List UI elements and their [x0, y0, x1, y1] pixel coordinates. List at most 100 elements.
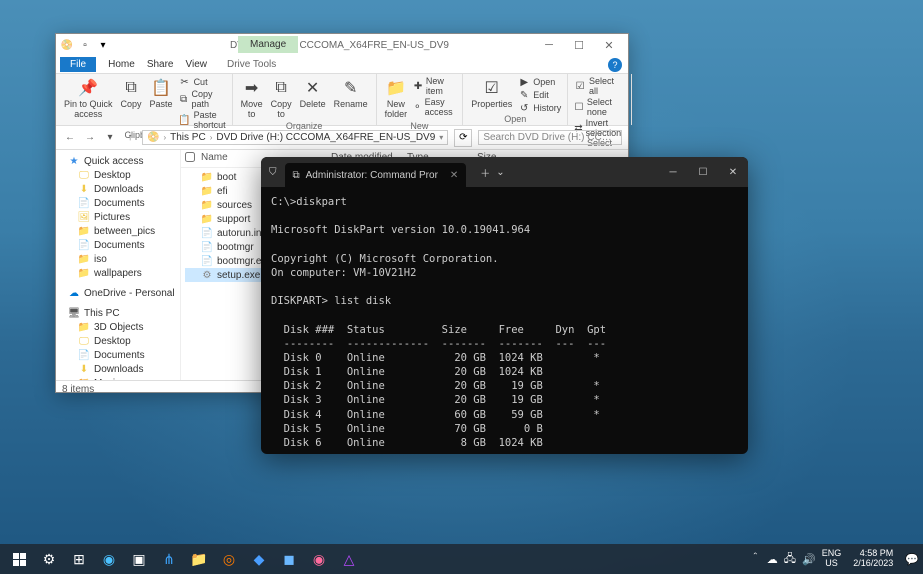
breadcrumb[interactable]: 📀 › This PC › DVD Drive (H:) CCCOMA_X64F… [142, 130, 448, 145]
copy-path-button[interactable]: ⧉Copy path [179, 89, 226, 109]
delete-button[interactable]: ✕Delete [298, 76, 328, 111]
open-button[interactable]: ▶Open [518, 76, 561, 88]
back-button[interactable]: ← [62, 130, 78, 146]
nav-item-pictures[interactable]: 🖼Pictures [56, 210, 180, 224]
select-all-button[interactable]: ☑Select all [574, 76, 625, 96]
nav-item-desktop[interactable]: 🖵Desktop [56, 168, 180, 182]
select-none-icon: ☐ [574, 101, 584, 113]
nav-item-music[interactable]: 📁Music [56, 376, 180, 380]
app-button-1[interactable]: ◆ [244, 545, 274, 573]
tab-file[interactable]: File [60, 57, 96, 72]
tab-view[interactable]: View [186, 59, 208, 70]
manage-contextual-tab[interactable]: Manage [238, 36, 298, 53]
select-all-checkbox[interactable] [185, 152, 195, 162]
breadcrumb-this-pc[interactable]: This PC [170, 132, 206, 143]
onedrive-tray-icon[interactable]: ☁ [767, 553, 778, 566]
pin-to-quick-access-button[interactable]: 📌Pin to Quick access [62, 76, 115, 121]
terminal-output[interactable]: C:\>diskpart Microsoft DiskPart version … [261, 187, 748, 454]
recent-dropdown[interactable]: ▾ [102, 130, 118, 146]
file-icon: 📄 [201, 255, 213, 267]
app-button-3[interactable]: ◉ [304, 545, 334, 573]
folder-icon: 📁 [78, 253, 90, 265]
settings-button[interactable]: ⚙ [34, 545, 64, 573]
paste-button[interactable]: 📋Paste [148, 76, 175, 111]
nav-item-desktop[interactable]: 🖵Desktop [56, 334, 180, 348]
edit-button[interactable]: ✎Edit [518, 89, 561, 101]
search-input[interactable]: Search DVD Drive (H:) CCCOMA_X64FRE_EN-U… [478, 130, 622, 145]
nav-item-wallpapers[interactable]: 📁wallpapers [56, 266, 180, 280]
tab-dropdown-button[interactable]: ⌄ [496, 167, 504, 178]
nav-item-documents[interactable]: 📄Documents [56, 238, 180, 252]
terminal-close-button[interactable]: ✕ [718, 158, 748, 186]
new-folder-button[interactable]: 📁New folder [383, 76, 410, 121]
select-none-button[interactable]: ☐Select none [574, 97, 625, 117]
cut-icon: ✂ [179, 76, 191, 88]
titlebar[interactable]: 📀 ▫ ▾ Manage DVD Drive (H:) CCCOMA_X64FR… [56, 34, 628, 56]
refresh-button[interactable]: ⟳ [454, 129, 472, 147]
nav-item-documents[interactable]: 📄Documents [56, 348, 180, 362]
edge-button[interactable]: ◉ [94, 545, 124, 573]
start-button[interactable] [4, 545, 34, 573]
copy-to-button[interactable]: ⧉Copy to [269, 76, 294, 121]
move-to-button[interactable]: ➡Move to [239, 76, 265, 121]
maximize-button[interactable]: ☐ [564, 35, 594, 55]
nav-this-pc[interactable]: 🖥This PC [56, 306, 180, 320]
minimize-button[interactable]: ─ [534, 35, 564, 55]
rename-button[interactable]: ✎Rename [332, 76, 370, 111]
qat-dropdown-icon[interactable]: ▾ [96, 38, 110, 52]
nav-item-downloads[interactable]: ⬇Downloads [56, 362, 180, 376]
new-item-button[interactable]: ✚New item [413, 76, 456, 96]
language-indicator[interactable]: ENGUS [822, 549, 842, 569]
nav-item-3d-objects[interactable]: 📁3D Objects [56, 320, 180, 334]
app-button-4[interactable]: △ [334, 545, 364, 573]
vscode-button[interactable]: ⋔ [154, 545, 184, 573]
copy-button[interactable]: ⧉Copy [119, 76, 144, 111]
taskbar[interactable]: ⚙ ⊞ ◉ ▣ ⋔ 📁 ◎ ◆ ◼ ◉ △ ＾ ☁ 🖧 🔊 ENGUS 4:58… [0, 544, 923, 574]
new-item-icon: ✚ [413, 80, 423, 92]
help-button[interactable]: ? [608, 58, 622, 72]
terminal-taskbar-button[interactable]: ▣ [124, 545, 154, 573]
new-tab-button[interactable]: ＋ [474, 165, 496, 180]
close-button[interactable]: ✕ [594, 35, 624, 55]
nav-item-downloads[interactable]: ⬇Downloads [56, 182, 180, 196]
terminal-titlebar[interactable]: ⛉ ⧉ Administrator: Command Pror ✕ ＋ ⌄ ─ … [261, 157, 748, 187]
terminal-tab[interactable]: ⧉ Administrator: Command Pror ✕ [285, 163, 467, 187]
terminal-maximize-button[interactable]: ☐ [688, 158, 718, 186]
up-button[interactable]: ↑ [122, 130, 138, 146]
forward-button[interactable]: → [82, 130, 98, 146]
navigation-pane[interactable]: ★Quick access 🖵Desktop⬇Downloads📄Documen… [56, 150, 181, 380]
pc-icon: 🖥 [68, 307, 80, 319]
notifications-button[interactable]: 💬 [905, 553, 919, 566]
tab-share[interactable]: Share [147, 59, 174, 70]
paste-shortcut-button[interactable]: 📋Paste shortcut [179, 110, 226, 130]
nav-onedrive[interactable]: ☁OneDrive - Personal [56, 286, 180, 300]
chevron-right-icon: › [210, 133, 213, 142]
qat-props-icon[interactable]: ▫ [78, 38, 92, 52]
firefox-button[interactable]: ◎ [214, 545, 244, 573]
file-icon: 📄 [201, 227, 213, 239]
properties-button[interactable]: ☑Properties [469, 76, 514, 111]
chevron-down-icon[interactable]: ▾ [439, 133, 443, 142]
terminal-minimize-button[interactable]: ─ [658, 158, 688, 186]
volume-tray-icon[interactable]: 🔊 [802, 553, 816, 566]
breadcrumb-path[interactable]: DVD Drive (H:) CCCOMA_X64FRE_EN-US_DV9 [216, 132, 435, 143]
history-button[interactable]: ↺History [518, 102, 561, 114]
tab-close-button[interactable]: ✕ [450, 170, 458, 181]
folder-icon: 🖵 [78, 335, 90, 347]
easy-access-button[interactable]: ⚬Easy access [413, 97, 456, 117]
copy-icon: ⧉ [121, 78, 141, 98]
cut-button[interactable]: ✂Cut [179, 76, 226, 88]
tray-chevron-icon[interactable]: ＾ [750, 551, 761, 567]
app-button-2[interactable]: ◼ [274, 545, 304, 573]
terminal-window: ⛉ ⧉ Administrator: Command Pror ✕ ＋ ⌄ ─ … [261, 157, 748, 454]
task-view-button[interactable]: ⊞ [64, 545, 94, 573]
tab-home[interactable]: Home [108, 59, 135, 70]
nav-item-iso[interactable]: 📁iso [56, 252, 180, 266]
nav-item-documents[interactable]: 📄Documents [56, 196, 180, 210]
explorer-taskbar-button[interactable]: 📁 [184, 545, 214, 573]
clock[interactable]: 4:58 PM2/16/2023 [853, 549, 893, 569]
tab-drive-tools[interactable]: Drive Tools [227, 59, 276, 70]
nav-quick-access[interactable]: ★Quick access [56, 154, 180, 168]
nav-item-between_pics[interactable]: 📁between_pics [56, 224, 180, 238]
network-tray-icon[interactable]: 🖧 [784, 550, 796, 569]
